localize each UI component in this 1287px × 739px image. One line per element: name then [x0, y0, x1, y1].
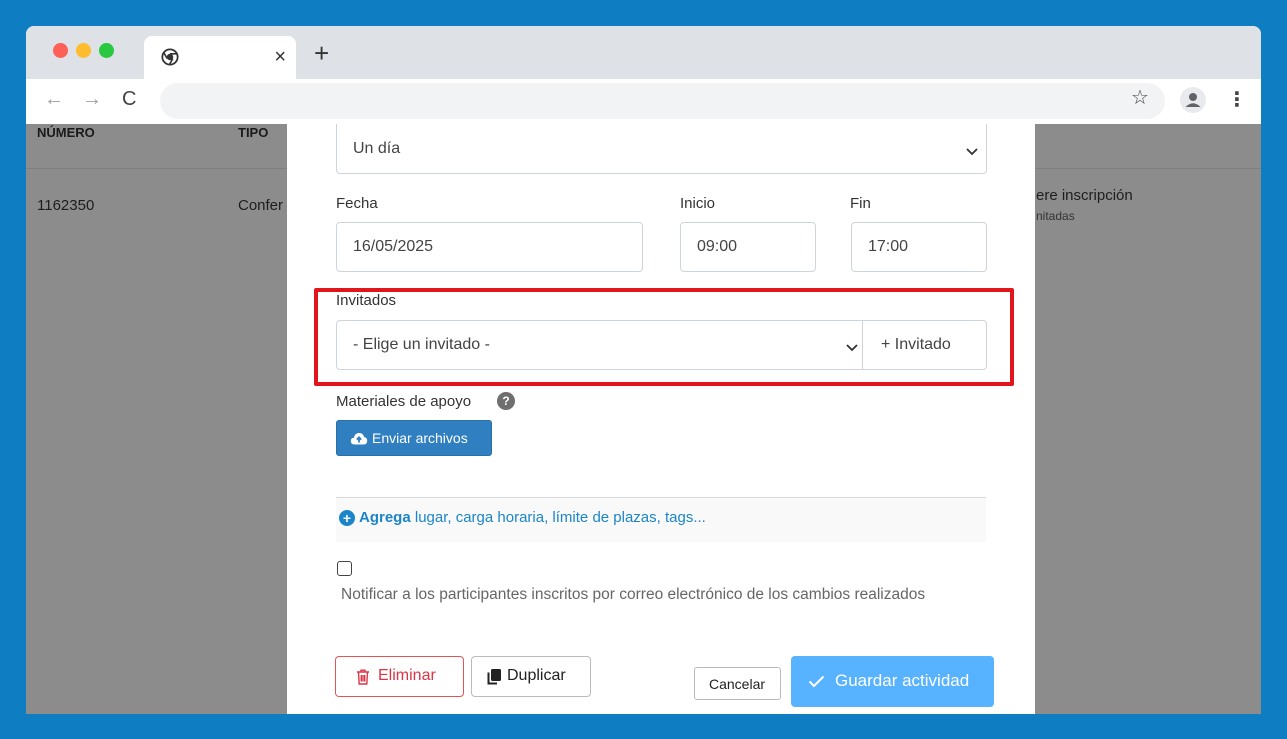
close-tab-icon[interactable]: × [274, 46, 286, 68]
address-bar[interactable] [160, 83, 1165, 119]
start-time-input[interactable]: 09:00 [680, 222, 816, 272]
forward-icon[interactable]: → [82, 87, 102, 111]
profile-avatar-icon[interactable] [1180, 87, 1206, 113]
save-activity-label: Guardar actividad [835, 671, 970, 690]
add-guest-button[interactable]: + Invitado [862, 320, 987, 370]
notify-label: Notificar a los participantes inscritos … [341, 586, 926, 603]
close-window-button[interactable] [53, 43, 68, 58]
browser-toolbar: ← → C ☆ ⋮ [26, 79, 1261, 124]
copy-icon [487, 669, 501, 685]
add-more-link[interactable]: + Agrega lugar, carga horaria, límite de… [336, 498, 986, 542]
column-header-numero: NÚMERO [37, 125, 95, 140]
check-icon [808, 675, 825, 688]
new-tab-icon[interactable]: + [314, 40, 329, 66]
cancel-label: Cancelar [709, 676, 766, 692]
cancel-button[interactable]: Cancelar [694, 667, 781, 700]
minimize-window-button[interactable] [76, 43, 91, 58]
guest-select[interactable]: - Elige un invitado - [336, 320, 863, 370]
guests-label: Invitados [336, 292, 397, 309]
bookmark-star-icon[interactable]: ☆ [1131, 88, 1149, 108]
duplicate-button[interactable]: Duplicar [471, 656, 591, 697]
end-time-value: 17:00 [868, 238, 909, 255]
page-content: NÚMERO TIPO 1162350 Confer ere inscripci… [26, 124, 1261, 714]
add-more-text: Agrega lugar, carga horaria, límite de p… [359, 509, 706, 526]
date-value: 16/05/2025 [353, 238, 434, 255]
chrome-icon [161, 48, 179, 66]
start-time-value: 09:00 [697, 238, 738, 255]
delete-label: Eliminar [378, 667, 436, 684]
end-time-input[interactable]: 17:00 [851, 222, 987, 272]
back-icon[interactable]: ← [44, 87, 64, 111]
browser-tab[interactable]: × [144, 36, 296, 79]
materials-label: Materiales de apoyo [336, 393, 472, 410]
plus-circle-icon: + [339, 510, 355, 526]
person-icon [1185, 93, 1201, 107]
upload-files-button[interactable]: Enviar archivos [336, 420, 492, 456]
add-more-strong: Agrega [359, 509, 411, 526]
chevron-down-icon [846, 344, 858, 352]
add-more-rest: lugar, carga horaria, límite de plazas, … [410, 509, 706, 526]
reload-icon[interactable]: C [122, 87, 136, 111]
row-status-sub: nitadas [1036, 209, 1075, 223]
row-tipo: Confer [238, 197, 284, 214]
help-icon[interactable]: ? [497, 392, 515, 410]
chevron-down-icon [966, 148, 978, 156]
date-input[interactable]: 16/05/2025 [336, 222, 643, 272]
row-numero: 1162350 [37, 197, 95, 214]
trash-icon [357, 669, 369, 685]
date-label: Fecha [336, 195, 378, 212]
cloud-upload-icon [350, 433, 368, 445]
browser-window: × + ← → C ☆ ⋮ NÚMERO TIPO 1162350 Confer… [26, 26, 1261, 714]
edit-activity-modal: Un día Fecha Inicio Fin 16/05/2025 09:00… [287, 124, 1035, 714]
tab-bar: × + [26, 26, 1261, 79]
row-status: ere inscripción [1036, 187, 1133, 204]
browser-menu-icon[interactable]: ⋮ [1227, 88, 1247, 112]
duration-select-value: Un día [353, 140, 401, 157]
save-activity-button[interactable]: Guardar actividad [791, 656, 994, 707]
duration-select[interactable]: Un día [336, 124, 987, 174]
duplicate-label: Duplicar [507, 667, 566, 684]
delete-button[interactable]: Eliminar [335, 656, 464, 697]
maximize-window-button[interactable] [99, 43, 114, 58]
upload-files-label: Enviar archivos [372, 430, 468, 446]
column-header-tipo: TIPO [238, 125, 269, 140]
add-guest-label: + Invitado [881, 336, 951, 353]
start-label: Inicio [680, 195, 716, 212]
notify-checkbox[interactable] [337, 561, 352, 576]
end-label: Fin [850, 195, 871, 212]
guest-select-value: - Elige un invitado - [353, 336, 490, 353]
